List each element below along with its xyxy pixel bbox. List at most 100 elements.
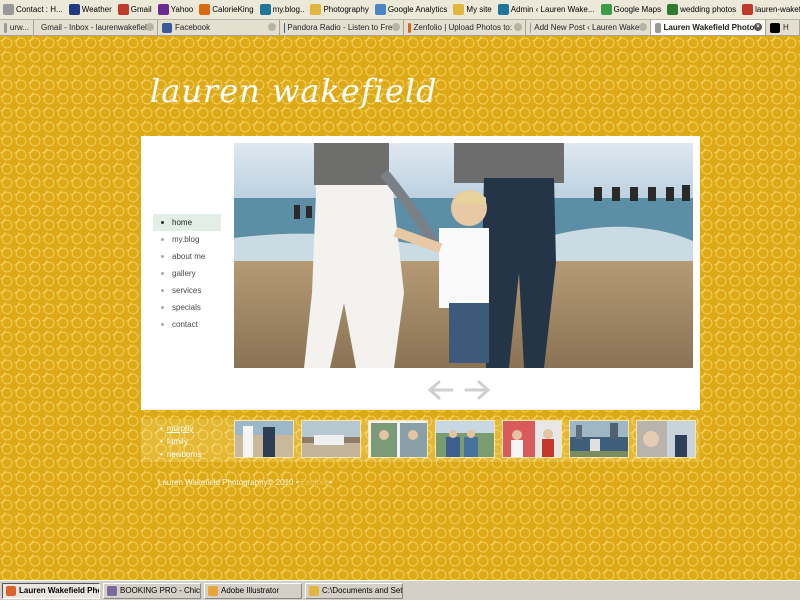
nav-item-contact[interactable]: contact (153, 316, 221, 333)
browser-tab[interactable]: Gmail - Inbox - laurenwakefiel... (34, 20, 158, 35)
bookmark-label: Yahoo (170, 5, 194, 14)
bookmark-label: Google Analytics (387, 5, 448, 14)
wordpress-icon (497, 4, 509, 15)
taskbar-button[interactable]: BOOKING PRO - Chic Cit... (103, 582, 201, 599)
nav-item-my-blog[interactable]: my.blog (153, 231, 221, 248)
taskbar-label: Adobe Illustrator (221, 586, 280, 595)
taskbar-button[interactable]: C:\Documents and Settin... (305, 582, 403, 599)
bookmark-item[interactable]: My site (450, 0, 494, 19)
nav-item-services[interactable]: services (153, 282, 221, 299)
bookmark-item[interactable]: Contact : H... (0, 0, 66, 19)
category-label: family (166, 437, 188, 446)
gallery-thumbnail[interactable] (502, 420, 562, 458)
analytics-icon (374, 4, 386, 15)
browser-tab[interactable]: Zenfolio | Upload Photos to: ... (404, 20, 526, 35)
gallery-thumbnail[interactable] (368, 420, 428, 458)
page-icon (530, 22, 532, 33)
close-tab-icon[interactable] (268, 23, 276, 31)
gallery-thumbnail[interactable] (301, 420, 361, 458)
bullet-icon (161, 238, 164, 241)
category-label: murphy (166, 424, 194, 433)
browser-tab[interactable]: Lauren Wakefield Photo... × (651, 20, 766, 35)
booking-icon (107, 585, 117, 596)
gallery-thumbnail[interactable] (569, 420, 629, 458)
bookmark-item[interactable]: wedding photos (664, 0, 739, 19)
footer-zenfolio-link[interactable]: Zenfolio (301, 478, 329, 487)
gallery-category-newborns[interactable]: • newborns (160, 448, 202, 461)
taskbar-button[interactable]: Adobe Illustrator (204, 582, 302, 599)
bookmarks-toolbar: Contact : H... Weather Gmail Yahoo CalorieKi… (0, 0, 800, 20)
taskbar-button[interactable]: Lauren Wakefield Pho... (2, 582, 100, 599)
bookmark-item[interactable]: Google Analytics (372, 0, 451, 19)
bookmark-label: Photography (323, 5, 369, 14)
calorieking-icon (199, 4, 211, 15)
bookmark-item[interactable]: Weather (66, 0, 115, 19)
nav-item-label: specials (172, 303, 201, 312)
extension-icon (770, 22, 780, 33)
weather-icon (68, 4, 80, 15)
logo-script-text: lauren wakefield (150, 72, 438, 110)
tab-label: urw... (9, 23, 29, 32)
gallery-thumbnail[interactable] (435, 420, 495, 458)
taskbar-label: BOOKING PRO - Chic Cit... (120, 586, 201, 595)
browser-tab[interactable]: Facebook (158, 20, 280, 35)
bookmark-item[interactable]: CalorieKing (196, 0, 256, 19)
bookmark-item[interactable]: lauren-wakefield Gmail (739, 0, 800, 19)
nav-item-about-me[interactable]: about me (153, 248, 221, 265)
tab-label: Zenfolio | Upload Photos to: ... (413, 23, 521, 32)
page-icon (4, 22, 7, 33)
bullet-icon (161, 289, 164, 292)
page-icon (655, 22, 661, 33)
nav-item-gallery[interactable]: gallery (153, 265, 221, 282)
folder-icon (453, 4, 465, 15)
tab-label: H (783, 23, 789, 32)
close-tab-icon[interactable] (639, 23, 647, 31)
bookmark-item[interactable]: Gmail (115, 0, 155, 19)
bookmark-label: Gmail (130, 5, 152, 14)
bookmark-label: Weather (81, 5, 112, 14)
gallery-thumbnail[interactable] (636, 420, 696, 458)
page-icon (3, 4, 14, 15)
wordpress-icon (259, 4, 271, 15)
bullet-icon (161, 323, 164, 326)
firefox-icon (6, 585, 16, 596)
bookmark-item[interactable]: Admin ‹ Lauren Wake... (495, 0, 598, 19)
close-tab-icon[interactable] (514, 23, 522, 31)
nav-item-label: services (172, 286, 202, 295)
browser-tab[interactable]: H (766, 20, 800, 35)
bookmark-label: CalorieKing (212, 5, 254, 14)
tab-label: Gmail - Inbox - laurenwakefiel... (41, 23, 154, 32)
gmail-icon (117, 4, 129, 15)
browser-tab[interactable]: Add New Post ‹ Lauren Wake... (526, 20, 651, 35)
gallery-thumbnail[interactable] (234, 420, 294, 458)
bookmark-item[interactable]: Yahoo (155, 0, 197, 19)
bullet-icon (161, 306, 164, 309)
bookmark-label: my.blog.. (272, 5, 305, 14)
tab-bar: urw... Gmail - Inbox - laurenwakefiel... F… (0, 20, 800, 36)
bookmark-item[interactable]: Photography (307, 0, 371, 19)
tab-label: Pandora Radio - Listen to Fre... (287, 23, 399, 32)
bullet-icon: • (160, 437, 163, 446)
gallery-categories: • murphy • family • newborns (160, 422, 202, 461)
nav-item-specials[interactable]: specials (153, 299, 221, 316)
next-arrow-icon[interactable] (464, 378, 492, 402)
nav-item-label: about me (172, 252, 206, 261)
previous-arrow-icon[interactable] (426, 378, 454, 402)
close-tab-icon[interactable] (146, 23, 154, 31)
nav-item-label: gallery (172, 269, 196, 278)
bullet-icon: • (160, 424, 163, 433)
bookmark-label: Contact : H... (16, 5, 63, 14)
bookmark-item[interactable]: Google Maps (598, 0, 665, 19)
browser-tab[interactable]: Pandora Radio - Listen to Fre... (280, 20, 404, 35)
hero-slideshow-image (234, 143, 693, 368)
nav-item-home[interactable]: home (153, 214, 221, 231)
gallery-category-murphy[interactable]: • murphy (160, 422, 202, 435)
close-tab-icon[interactable] (392, 23, 400, 31)
bookmark-item[interactable]: my.blog.. (257, 0, 308, 19)
gmail-icon (742, 4, 754, 15)
gallery-category-family[interactable]: • family (160, 435, 202, 448)
close-tab-icon[interactable]: × (754, 23, 762, 31)
browser-tab[interactable]: urw... (0, 20, 34, 35)
bookmark-label: lauren-wakefield Gmail (755, 5, 800, 14)
bullet-icon (161, 255, 164, 258)
